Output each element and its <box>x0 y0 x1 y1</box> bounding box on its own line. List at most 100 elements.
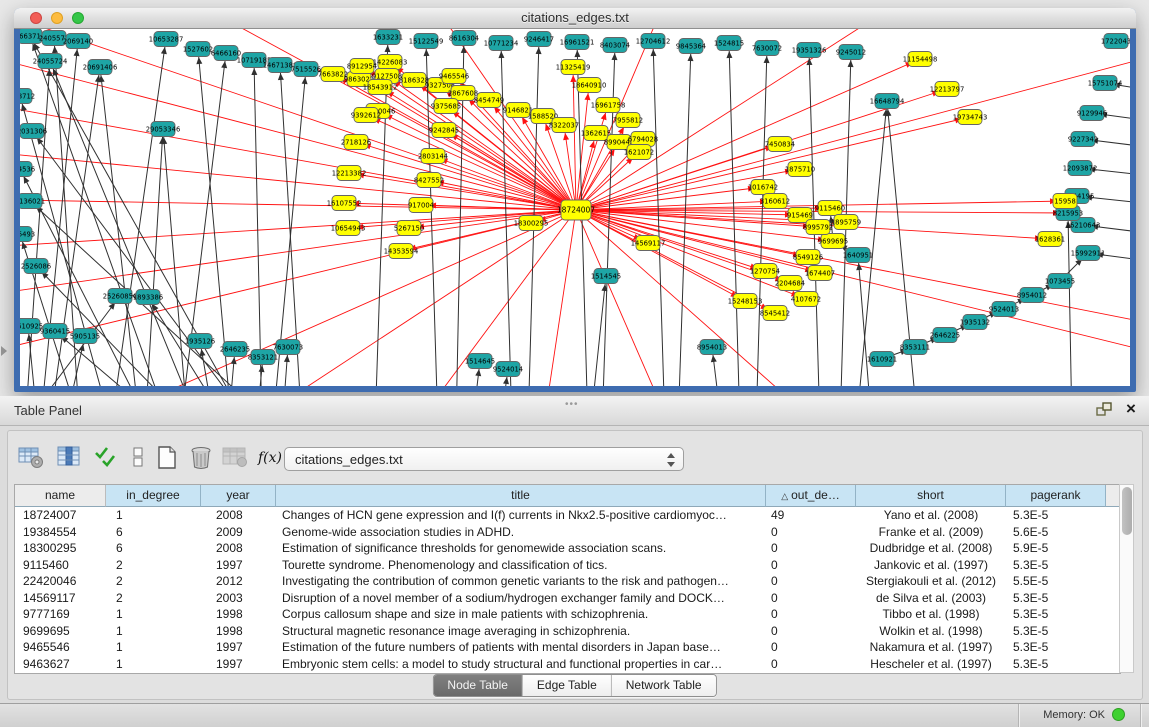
table-cell[interactable]: Disruption of a novel member of a sodium… <box>276 590 766 607</box>
table-cell[interactable]: 9777169 <box>15 606 106 623</box>
graph-node[interactable]: 1893386 <box>133 290 163 305</box>
table-cell[interactable]: 0 <box>766 540 856 557</box>
graph-node[interactable]: 19351326 <box>792 43 827 58</box>
graph-node[interactable]: 9246417 <box>524 32 554 47</box>
graph-node[interactable]: 1514645 <box>465 354 495 369</box>
window-titlebar[interactable]: citations_edges.txt <box>14 8 1136 29</box>
graph-node[interactable]: 917004 <box>408 198 434 213</box>
table-cell[interactable]: 1997 <box>201 557 276 574</box>
graph-node[interactable]: 1514545 <box>591 269 621 284</box>
table-cell[interactable]: Investigating the contribution of common… <box>276 573 766 590</box>
graph-node[interactable]: 8995792 <box>803 220 833 235</box>
table-cell[interactable]: 5.9E-5 <box>1006 540 1106 557</box>
column-header-year[interactable]: year <box>201 485 276 507</box>
graph-node[interactable]: 1875710 <box>785 162 815 177</box>
table-cell[interactable]: 2 <box>106 573 201 590</box>
graph-node[interactable]: 1935126 <box>185 334 215 349</box>
table-cell[interactable]: 9699695 <box>15 623 106 640</box>
graph-node[interactable]: 3160612 <box>760 194 790 209</box>
graph-node[interactable]: 1073455 <box>1045 274 1075 289</box>
table-cell[interactable]: 6 <box>106 540 201 557</box>
delete-trash-icon[interactable] <box>186 444 216 472</box>
table-cell[interactable]: 18300295 <box>15 540 106 557</box>
table-cell[interactable]: 0 <box>766 606 856 623</box>
graph-node[interactable]: 9115460 <box>815 201 845 216</box>
table-cell[interactable]: Estimation of the future numbers of pati… <box>276 639 766 656</box>
table-vertical-scrollbar[interactable] <box>1119 484 1134 673</box>
graph-node[interactable]: 8322037 <box>549 118 579 133</box>
graph-node[interactable]: 29053346 <box>146 122 181 137</box>
table-cell[interactable]: 0 <box>766 623 856 640</box>
table-row[interactable]: 1938455462009Genome-wide association stu… <box>15 524 1120 541</box>
column-header-out_de…[interactable]: △out_de… <box>766 485 856 507</box>
graph-node[interactable]: 5267150 <box>394 221 424 236</box>
table-cell[interactable]: 49 <box>766 507 856 524</box>
panel-drag-handle[interactable]: ••• <box>565 399 579 410</box>
table-cell[interactable]: 1998 <box>201 606 276 623</box>
table-cell[interactable] <box>1106 656 1120 673</box>
graph-node[interactable]: 12213382 <box>332 166 367 181</box>
graph-node[interactable]: 1524815 <box>714 36 744 51</box>
citation-graph[interactable]: 1663714240557224055724206914020691406106… <box>20 29 1130 386</box>
graph-node[interactable]: 1633231 <box>373 30 403 45</box>
table-cell[interactable]: Wolkin et al. (1998) <box>856 623 1006 640</box>
graph-node[interactable]: 9699695 <box>818 234 848 249</box>
table-cell[interactable]: 2 <box>106 557 201 574</box>
graph-node[interactable]: 8353111 <box>900 340 930 355</box>
table-cell[interactable]: Embryonic stem cells: a model to study s… <box>276 656 766 673</box>
graph-node[interactable]: 1628361 <box>1035 232 1065 247</box>
graph-node[interactable]: 15751074 <box>1088 76 1123 91</box>
table-selector[interactable]: citations_edges.txt <box>284 447 684 471</box>
table-cell[interactable]: Tibbo et al. (1998) <box>856 606 1006 623</box>
table-cell[interactable]: 9463627 <box>15 656 106 673</box>
table-cell[interactable]: 5.3E-5 <box>1006 606 1106 623</box>
graph-node[interactable]: 9375685 <box>431 99 461 114</box>
table-cell[interactable] <box>1106 623 1120 640</box>
table-cell[interactable]: 9115460 <box>15 557 106 574</box>
graph-node[interactable]: 1722043 <box>1101 34 1130 49</box>
table-cell[interactable]: Nakamura et al. (1997) <box>856 639 1006 656</box>
table-cell[interactable]: 19384554 <box>15 524 106 541</box>
graph-node[interactable]: 10771234 <box>484 36 519 51</box>
table-cell[interactable]: 1 <box>106 606 201 623</box>
tab-edge-table[interactable]: Edge Table <box>522 675 611 696</box>
table-cell[interactable]: 1998 <box>201 623 276 640</box>
graph-node[interactable]: 20691406 <box>83 60 118 75</box>
tab-network-table[interactable]: Network Table <box>611 675 716 696</box>
table-row[interactable]: 969969511998Structural magnetic resonanc… <box>15 623 1120 640</box>
float-panel-icon[interactable] <box>1096 402 1112 422</box>
graph-node[interactable]: 4107672 <box>791 292 821 307</box>
graph-node[interactable]: 24055724 <box>33 54 68 69</box>
graph-node[interactable]: 15992911 <box>1071 246 1106 261</box>
graph-node[interactable]: 9465546 <box>439 69 469 84</box>
graph-node[interactable]: 2803144 <box>418 149 448 164</box>
graph-node[interactable]: 2646235 <box>220 342 250 357</box>
graph-node[interactable]: 7630072 <box>752 41 782 56</box>
table-cell[interactable]: 5.3E-5 <box>1006 639 1106 656</box>
table-cell[interactable]: 1997 <box>201 639 276 656</box>
table-cell[interactable]: Dudbridge et al. (2008) <box>856 540 1006 557</box>
graph-node[interactable]: 19734743 <box>953 110 988 125</box>
graph-node[interactable]: 9242845 <box>429 123 459 138</box>
function-builder-icon[interactable]: f(x) <box>254 444 284 472</box>
graph-node[interactable]: 14353594 <box>384 244 419 259</box>
table-cell[interactable]: 2008 <box>201 540 276 557</box>
graph-node[interactable]: 8403074 <box>600 38 630 53</box>
table-cell[interactable]: 5.3E-5 <box>1006 557 1106 574</box>
graph-node[interactable]: 9360415 <box>40 324 70 339</box>
graph-node[interactable]: 2204684 <box>775 276 805 291</box>
graph-node[interactable]: 8427552 <box>414 173 444 188</box>
graph-node[interactable]: 9524013 <box>989 302 1019 317</box>
table-settings-icon[interactable] <box>16 444 46 472</box>
table-cell[interactable]: 2 <box>106 590 201 607</box>
table-cell[interactable]: Corpus callosum shape and size in male p… <box>276 606 766 623</box>
column-header-pagerank[interactable]: pagerank <box>1006 485 1106 507</box>
graph-node[interactable]: 9245012 <box>836 45 866 60</box>
graph-node[interactable]: 2031306 <box>20 124 47 139</box>
graph-node[interactable]: 9845364 <box>676 39 706 54</box>
table-cell[interactable]: Tourette syndrome. Phenomenology and cla… <box>276 557 766 574</box>
select-all-icon[interactable] <box>92 444 122 472</box>
graph-node[interactable]: 11325419 <box>556 60 591 75</box>
column-header-title[interactable]: title <box>276 485 766 507</box>
table-cell[interactable]: Franke et al. (2009) <box>856 524 1006 541</box>
